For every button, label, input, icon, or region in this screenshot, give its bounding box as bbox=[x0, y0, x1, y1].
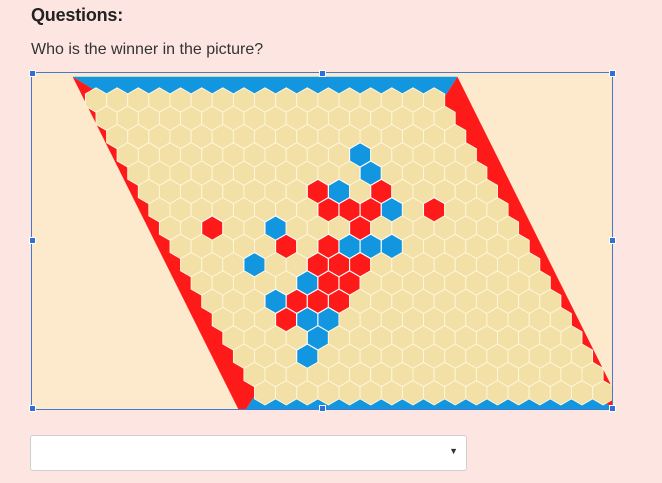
resize-handle-bottom[interactable] bbox=[319, 405, 326, 412]
resize-handle-right[interactable] bbox=[609, 237, 616, 244]
hex-board bbox=[32, 73, 612, 409]
resize-handle-bottom-left[interactable] bbox=[29, 405, 36, 412]
question-text: Who is the winner in the picture? bbox=[31, 41, 264, 58]
resize-handle-bottom-right[interactable] bbox=[609, 405, 616, 412]
resize-handle-top[interactable] bbox=[319, 70, 326, 77]
answer-dropdown[interactable]: ▼ bbox=[30, 435, 467, 471]
resize-handle-left[interactable] bbox=[29, 237, 36, 244]
chevron-down-icon: ▼ bbox=[449, 446, 458, 456]
questions-heading: Questions: bbox=[31, 5, 124, 25]
resize-handle-top-right[interactable] bbox=[609, 70, 616, 77]
hex-board-image bbox=[29, 70, 616, 412]
resize-handle-top-left[interactable] bbox=[29, 70, 36, 77]
